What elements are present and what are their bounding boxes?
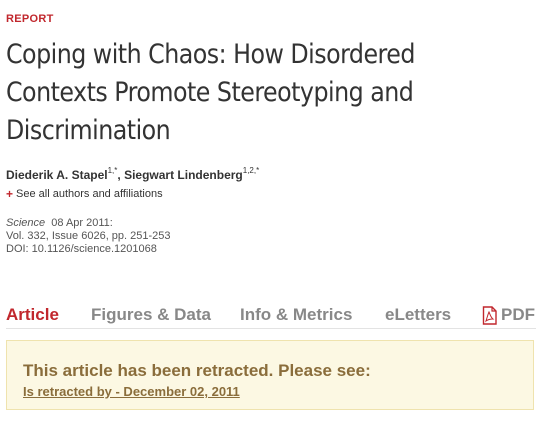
retraction-link[interactable]: Is retracted by - December 02, 2011 xyxy=(23,384,240,399)
tab-eletters[interactable]: eLetters xyxy=(385,305,451,325)
doi: DOI: 10.1126/science.1201068 xyxy=(6,243,157,255)
tab-pdf[interactable]: PDF xyxy=(482,305,535,325)
citation-journal-date-line: Science 08 Apr 2011: xyxy=(6,217,171,230)
article-title-line: Coping with Chaos: How Disordered xyxy=(6,39,415,70)
author-list: Diederik A. Stapel1,*, Siegwart Lindenbe… xyxy=(6,166,260,182)
publication-date: 08 Apr 2011: xyxy=(51,217,113,229)
article-title: Coping with Chaos: How Disordered Contex… xyxy=(6,36,525,150)
retraction-notice: This article has been retracted. Please … xyxy=(6,340,534,410)
tab-info-metrics[interactable]: Info & Metrics xyxy=(240,305,352,325)
author-affiliation-marker: 1,2,* xyxy=(242,166,260,175)
tab-figures-data[interactable]: Figures & Data xyxy=(91,305,211,325)
journal-name: Science xyxy=(6,217,46,229)
section-label: REPORT xyxy=(6,13,54,25)
tab-article[interactable]: Article xyxy=(6,305,59,325)
see-all-authors-label: See all authors and affiliations xyxy=(16,188,163,200)
article-title-line: Contexts Promote Stereotyping and xyxy=(6,77,414,108)
retraction-message: This article has been retracted. Please … xyxy=(23,361,371,380)
plus-icon: + xyxy=(6,187,14,201)
article-title-line: Discrimination xyxy=(6,115,171,146)
article-tabs: Article Figures & Data Info & Metrics eL… xyxy=(6,288,536,329)
author-name[interactable]: Diederik A. Stapel xyxy=(6,168,108,182)
volume-issue: Vol. 332, Issue 6026, pp. 251-253 xyxy=(6,230,171,242)
see-all-authors-toggle[interactable]: + See all authors and affiliations xyxy=(6,187,163,201)
pdf-file-icon xyxy=(482,305,497,325)
pdf-tab-label: PDF xyxy=(501,305,535,324)
citation-info: Science 08 Apr 2011: Vol. 332, Issue 602… xyxy=(6,217,171,256)
author-affiliation-marker: 1,* xyxy=(107,166,118,175)
author-name[interactable]: Siegwart Lindenberg xyxy=(124,168,243,182)
